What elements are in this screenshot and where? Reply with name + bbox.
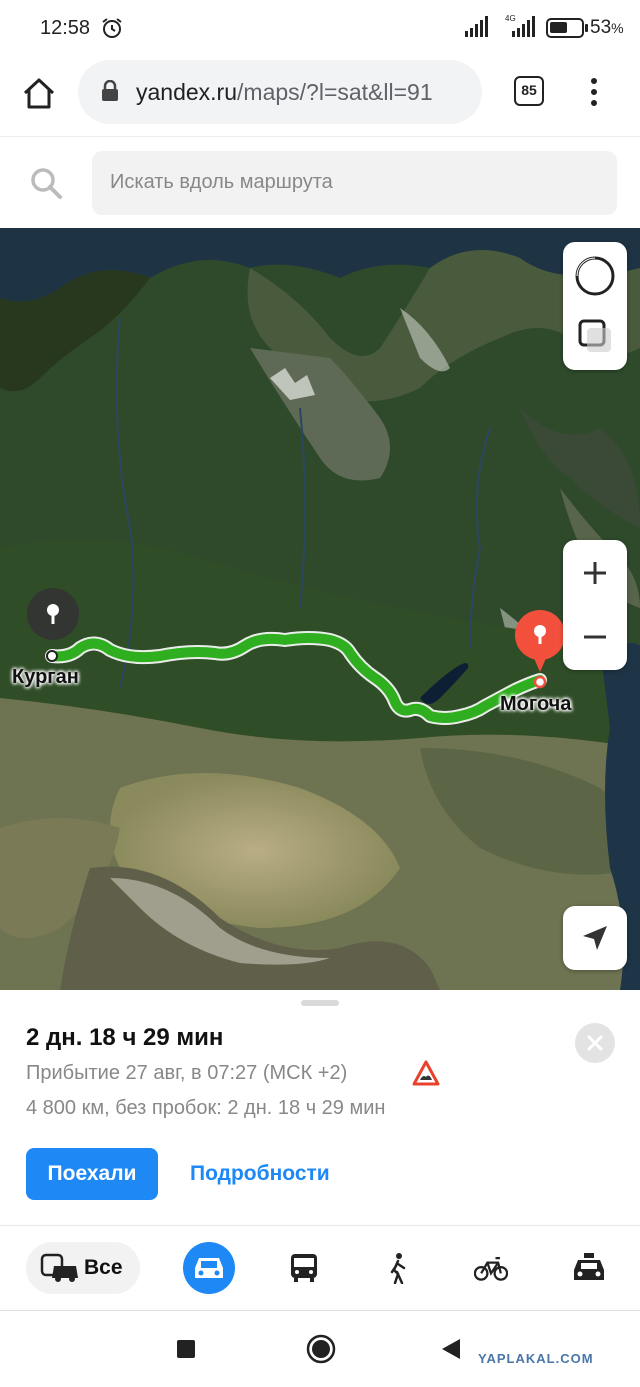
- tabs-button[interactable]: 85: [514, 76, 544, 106]
- destination-pin-icon[interactable]: [515, 610, 565, 672]
- route-search-input[interactable]: Искать вдоль маршрута: [92, 151, 617, 215]
- layers-toggle-icon[interactable]: [573, 254, 617, 298]
- mode-all-button[interactable]: Все: [26, 1242, 140, 1294]
- battery-icon: [546, 18, 588, 38]
- watermark: YAPLAKAL.COM: [478, 1351, 594, 1366]
- route-line: [45, 631, 547, 725]
- zoom-panel: [563, 540, 627, 670]
- browser-toolbar: yandex.ru/maps/?l=sat&ll=91 85: [0, 58, 640, 136]
- mode-all-label: Все: [84, 1256, 123, 1279]
- location-arrow-icon: [583, 926, 607, 950]
- status-time: 12:58: [40, 17, 91, 39]
- url-text: yandex.ru/maps/?l=sat&ll=91: [136, 79, 433, 105]
- more-menu-icon[interactable]: [582, 76, 606, 108]
- taxi-icon[interactable]: [572, 1252, 606, 1284]
- signal-icon-2: [512, 16, 535, 37]
- details-button[interactable]: Подробности: [190, 1148, 330, 1200]
- zoom-out-button[interactable]: [582, 624, 608, 650]
- road-warning-icon: [412, 1060, 440, 1086]
- close-route-button[interactable]: [575, 1023, 615, 1063]
- signal-icon: [465, 16, 488, 37]
- origin-pin-icon[interactable]: [27, 588, 79, 640]
- map-layers-panel: [563, 242, 627, 370]
- pedestrian-icon[interactable]: [380, 1252, 414, 1284]
- close-icon: [587, 1035, 603, 1051]
- sheet-grabber[interactable]: [301, 1000, 339, 1006]
- search-icon: [31, 168, 62, 199]
- route-arrival: Прибытие 27 авг, в 07:27 (МСК +2): [26, 1062, 348, 1084]
- route-summary-sheet: 2 дн. 18 ч 29 мин Прибытие 27 авг, в 07:…: [0, 990, 640, 1225]
- back-button[interactable]: [440, 1337, 462, 1361]
- all-transport-icon: [40, 1253, 78, 1282]
- destination-city-label: Могоча: [500, 693, 572, 715]
- battery-percent: 53%: [590, 17, 624, 38]
- bicycle-icon[interactable]: [474, 1252, 508, 1284]
- mode-car-button[interactable]: [183, 1242, 235, 1294]
- route-distance: 4 800 км, без пробок: 2 дн. 18 ч 29 мин: [26, 1097, 386, 1119]
- route-search-row: Искать вдоль маршрута: [0, 136, 640, 228]
- panorama-icon[interactable]: [577, 318, 613, 354]
- home-button[interactable]: [20, 74, 58, 112]
- address-bar[interactable]: yandex.ru/maps/?l=sat&ll=91: [78, 60, 482, 124]
- alarm-icon: [102, 18, 122, 38]
- recents-button[interactable]: [176, 1339, 196, 1359]
- my-location-button[interactable]: [563, 906, 627, 970]
- status-bar: 12:58 4G 53%: [0, 0, 640, 58]
- satellite-map[interactable]: Курган Могоча: [0, 228, 640, 990]
- origin-city-label: Курган: [12, 666, 79, 688]
- bus-icon[interactable]: [287, 1252, 321, 1284]
- android-nav-bar: YAPLAKAL.COM: [0, 1311, 640, 1387]
- go-button[interactable]: Поехали: [26, 1148, 158, 1200]
- transport-mode-bar: Все: [0, 1225, 640, 1311]
- lock-icon: [102, 80, 118, 101]
- zoom-in-button[interactable]: [582, 560, 608, 586]
- car-icon: [195, 1258, 223, 1278]
- route-duration: 2 дн. 18 ч 29 мин: [26, 1024, 224, 1051]
- home-nav-button[interactable]: [306, 1334, 336, 1364]
